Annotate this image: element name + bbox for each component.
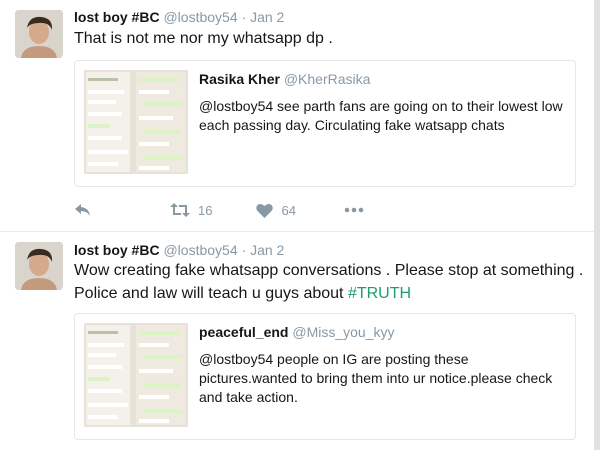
author-handle[interactable]: @lostboy54	[163, 242, 237, 258]
timestamp[interactable]: Jan 2	[250, 242, 284, 258]
tweet-text-body: Wow creating fake whatsapp conversations…	[74, 262, 584, 302]
reply-icon	[75, 204, 90, 216]
tweet-actions: 16 64	[74, 200, 390, 220]
quoted-tweet-image	[84, 70, 188, 174]
tweet[interactable]: lost boy #BC @lostboy54 · Jan 2 That is …	[0, 0, 594, 232]
avatar[interactable]	[15, 10, 63, 58]
tweet-header: lost boy #BC @lostboy54 · Jan 2	[74, 9, 284, 25]
quoted-tweet-header: Rasika Kher @KherRasika	[199, 71, 569, 87]
scrollbar-thumb[interactable]	[594, 0, 600, 450]
quoted-tweet-body: Rasika Kher @KherRasika @lostboy54 see p…	[199, 71, 569, 135]
timestamp[interactable]: Jan 2	[250, 9, 284, 25]
author-handle[interactable]: @lostboy54	[163, 9, 237, 25]
quoted-author-name[interactable]: Rasika Kher	[199, 71, 280, 87]
reply-button[interactable]	[74, 202, 92, 218]
quoted-tweet[interactable]: Rasika Kher @KherRasika @lostboy54 see p…	[74, 60, 576, 187]
quoted-author-handle[interactable]: @KherRasika	[284, 71, 371, 87]
quoted-tweet-image	[84, 323, 188, 427]
like-button[interactable]: 64	[256, 202, 296, 218]
quoted-author-name[interactable]: peaceful_end	[199, 324, 288, 340]
quoted-tweet-text: @lostboy54 see parth fans are going on t…	[199, 98, 563, 133]
quoted-tweet-header: peaceful_end @Miss_you_kyy	[199, 324, 569, 340]
more-button[interactable]	[344, 207, 364, 213]
heart-icon	[256, 203, 274, 218]
separator: ·	[241, 242, 247, 258]
tweet[interactable]: lost boy #BC @lostboy54 · Jan 2 Wow crea…	[0, 233, 594, 450]
quoted-tweet-text: @lostboy54 people on IG are posting thes…	[199, 351, 553, 405]
author-name[interactable]: lost boy #BC	[74, 9, 160, 25]
avatar[interactable]	[15, 242, 63, 290]
tweet-header: lost boy #BC @lostboy54 · Jan 2	[74, 242, 284, 258]
more-icon	[344, 207, 364, 213]
hashtag-link[interactable]: #TRUTH	[348, 285, 411, 302]
quoted-author-handle[interactable]: @Miss_you_kyy	[292, 324, 394, 340]
author-name[interactable]: lost boy #BC	[74, 242, 160, 258]
tweet-text: Wow creating fake whatsapp conversations…	[74, 259, 584, 305]
like-count: 64	[281, 202, 296, 218]
retweet-icon	[170, 203, 190, 217]
tweet-text: That is not me nor my whatsapp dp .	[74, 30, 333, 47]
quoted-tweet[interactable]: peaceful_end @Miss_you_kyy @lostboy54 pe…	[74, 313, 576, 440]
retweet-count: 16	[198, 202, 213, 218]
separator: ·	[241, 9, 247, 25]
quoted-tweet-body: peaceful_end @Miss_you_kyy @lostboy54 pe…	[199, 324, 569, 407]
retweet-button[interactable]: 16	[170, 202, 212, 218]
